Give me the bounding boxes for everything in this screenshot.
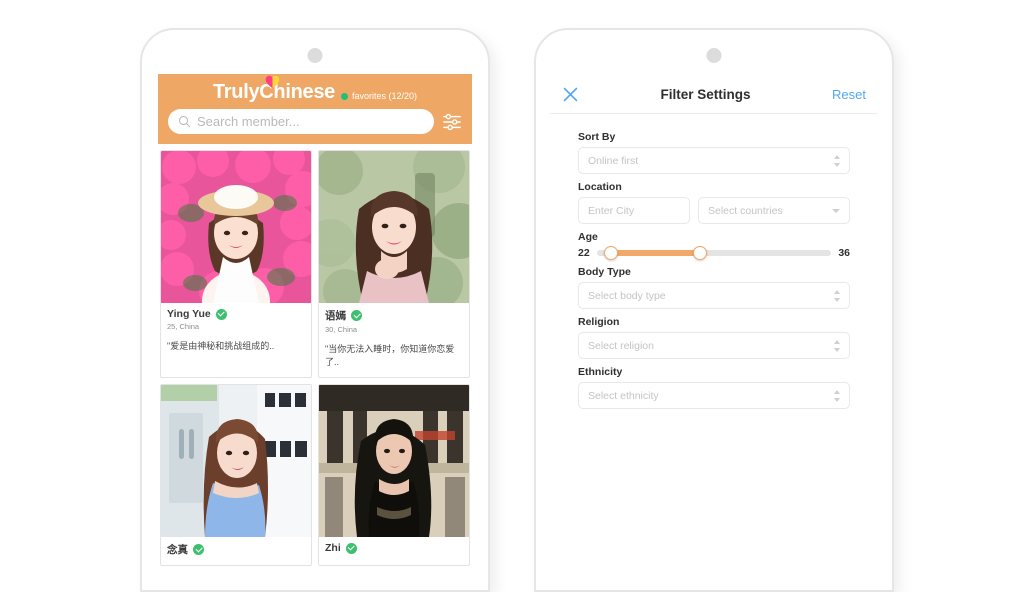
field-sort-by: Sort By Online first xyxy=(578,131,850,174)
favorites-badge[interactable]: favorites (12/20) xyxy=(340,91,418,102)
filter-sliders-icon[interactable] xyxy=(442,113,462,131)
search-input[interactable]: Search member... xyxy=(168,109,434,134)
location-row: Enter City Select countries xyxy=(578,197,850,224)
sort-by-label: Sort By xyxy=(578,131,616,143)
field-age: Age 22 36 xyxy=(578,231,850,260)
member-name-row: Zhi xyxy=(325,542,463,554)
age-range-slider[interactable]: 22 36 xyxy=(578,246,850,260)
location-label: Location xyxy=(578,181,622,193)
filter-settings-title: Filter Settings xyxy=(660,87,751,102)
filter-settings-body: Sort By Online first Location Enter City xyxy=(550,114,878,409)
photo-woman-black-outfit-building xyxy=(319,385,469,538)
photo-woman-straw-hat-pink-flowers xyxy=(161,151,311,303)
member-name-row: Ying Yue xyxy=(167,308,305,320)
ethnicity-label: Ethnicity xyxy=(578,366,623,378)
phone-camera-dot xyxy=(706,48,722,63)
member-name: Ying Yue xyxy=(167,308,211,320)
app-logo: TrulyChinese xyxy=(212,75,335,103)
search-row: Search member... xyxy=(158,102,472,134)
member-photo[interactable] xyxy=(161,151,311,303)
body-type-value: Select body type xyxy=(588,289,666,302)
stepper-arrows-icon xyxy=(834,289,840,302)
member-info: 念真 xyxy=(161,537,311,565)
member-grid: Ying Yue 25, China "爱是由神秘和挑战组成的.. 语嫣 30,… xyxy=(158,144,472,567)
field-religion: Religion Select religion xyxy=(578,316,850,359)
close-x-icon[interactable] xyxy=(562,86,579,103)
field-ethnicity: Ethnicity Select ethnicity xyxy=(578,366,850,409)
chevron-down-icon xyxy=(832,208,840,213)
phone-mockup-browse: TrulyChinese favorites (12/20) Search me… xyxy=(140,28,490,592)
member-photo[interactable] xyxy=(161,385,311,538)
online-status-dot xyxy=(340,92,348,100)
member-card[interactable]: Ying Yue 25, China "爱是由神秘和挑战组成的.. xyxy=(160,150,312,379)
member-name: Zhi xyxy=(325,542,341,555)
member-info: Ying Yue 25, China "爱是由神秘和挑战组成的.. xyxy=(161,303,311,361)
religion-label: Religion xyxy=(578,316,620,328)
sort-by-value: Online first xyxy=(588,154,639,167)
field-location: Location Enter City Select countries xyxy=(578,181,850,224)
verified-badge-icon xyxy=(215,308,227,320)
member-age-location: 25, China xyxy=(167,322,200,331)
member-card[interactable]: Zhi xyxy=(318,384,470,567)
member-age-location: 30, China xyxy=(325,325,358,334)
age-max-value: 36 xyxy=(838,247,850,259)
age-slider-handle-max[interactable] xyxy=(692,246,707,260)
app-screen-browse: TrulyChinese favorites (12/20) Search me… xyxy=(158,74,472,590)
member-info: 语嫣 30, China "当你无法入睡时，你知道你恋爱了.. xyxy=(319,303,469,377)
member-name-row: 语嫣 xyxy=(325,308,463,323)
age-slider-handle-min[interactable] xyxy=(603,246,618,260)
photo-woman-pink-top-green-bokeh xyxy=(319,151,469,303)
field-body-type: Body Type Select body type xyxy=(578,266,850,309)
verified-badge-icon xyxy=(345,542,357,554)
city-input[interactable]: Enter City xyxy=(578,197,690,224)
app-header: TrulyChinese favorites (12/20) Search me… xyxy=(158,74,472,144)
member-name: 语嫣 xyxy=(325,310,346,322)
favorites-label: favorites (12/20) xyxy=(351,91,418,101)
country-placeholder: Select countries xyxy=(708,204,783,217)
religion-value: Select religion xyxy=(588,339,654,352)
verified-badge-icon xyxy=(193,544,204,556)
photo-woman-blue-offshoulder-white-wall xyxy=(161,385,311,538)
reset-button[interactable]: Reset xyxy=(832,87,866,102)
app-screen-filter: Filter Settings Reset Sort By Online fir… xyxy=(550,74,878,590)
phone-mockup-filter: Filter Settings Reset Sort By Online fir… xyxy=(534,28,894,592)
member-quote: "爱是由神秘和挑战组成的.. xyxy=(167,341,275,351)
ethnicity-select[interactable]: Select ethnicity xyxy=(578,382,850,409)
heart-icon xyxy=(265,75,280,89)
city-placeholder: Enter City xyxy=(588,204,635,217)
sort-by-select[interactable]: Online first xyxy=(578,147,850,174)
screenshot-stage: TrulyChinese favorites (12/20) Search me… xyxy=(0,0,1024,592)
member-name-row: 念真 xyxy=(167,542,305,557)
age-min-value: 22 xyxy=(578,247,590,259)
member-card[interactable]: 语嫣 30, China "当你无法入睡时，你知道你恋爱了.. xyxy=(318,150,470,379)
body-type-label: Body Type xyxy=(578,266,631,278)
phone-camera-dot xyxy=(307,48,323,63)
age-slider-track[interactable] xyxy=(596,246,832,260)
stepper-arrows-icon xyxy=(834,154,840,167)
brand-row: TrulyChinese favorites (12/20) xyxy=(158,75,472,103)
filter-settings-header: Filter Settings Reset xyxy=(550,74,878,114)
age-label: Age xyxy=(578,231,598,243)
member-quote: "当你无法入睡时，你知道你恋爱了.. xyxy=(325,344,455,368)
age-slider-fill xyxy=(610,250,700,256)
search-icon xyxy=(178,115,191,128)
verified-badge-icon xyxy=(351,310,362,321)
member-card[interactable]: 念真 xyxy=(160,384,312,567)
logo-truly: Truly xyxy=(212,81,260,103)
member-photo[interactable] xyxy=(319,151,469,303)
stepper-arrows-icon xyxy=(834,389,840,402)
religion-select[interactable]: Select religion xyxy=(578,332,850,359)
search-placeholder: Search member... xyxy=(197,114,300,129)
member-photo[interactable] xyxy=(319,385,469,538)
ethnicity-value: Select ethnicity xyxy=(588,389,659,402)
member-name: 念真 xyxy=(167,544,188,557)
member-info: Zhi xyxy=(319,537,469,562)
body-type-select[interactable]: Select body type xyxy=(578,282,850,309)
country-select[interactable]: Select countries xyxy=(698,197,850,224)
stepper-arrows-icon xyxy=(834,339,840,352)
